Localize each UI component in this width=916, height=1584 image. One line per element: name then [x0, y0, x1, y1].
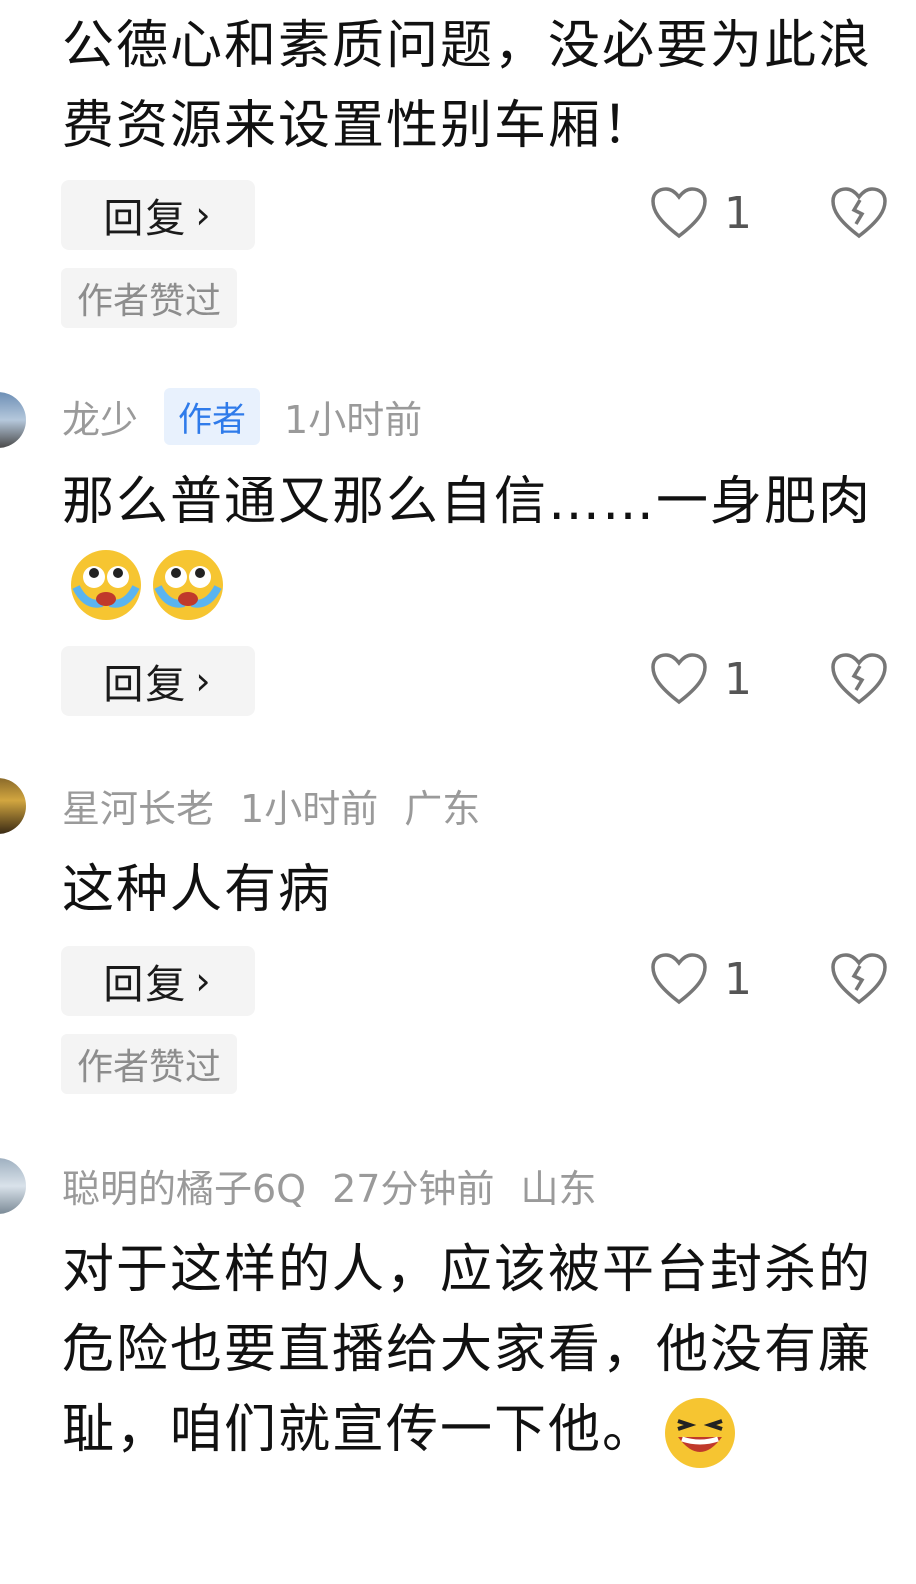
comment-text-content: 对于这样的人，应该被平台封杀的危险也要直播给大家看，他没有廉耻，咱们就宣传一下他…: [62, 1240, 873, 1460]
comment-meta: 星河长老 1小时前 广东: [62, 778, 506, 833]
reply-button[interactable]: 回复 ›: [61, 646, 255, 716]
like-button[interactable]: 1: [650, 186, 752, 240]
like-count: 1: [724, 187, 752, 239]
chevron-right-icon: ›: [195, 659, 213, 703]
broken-heart-icon: [831, 187, 887, 239]
reply-button[interactable]: 回复 ›: [61, 946, 255, 1016]
like-button[interactable]: 1: [650, 652, 752, 706]
author-badge: 作者: [164, 388, 261, 445]
broken-heart-icon: [831, 653, 887, 705]
username[interactable]: 聪明的橘子6Q: [62, 1158, 306, 1213]
location: 广东: [404, 787, 481, 831]
chevron-right-icon: ›: [195, 959, 213, 1003]
avatar[interactable]: [0, 1158, 26, 1214]
broken-heart-icon: [831, 953, 887, 1005]
comment-text: 公德心和素质问题，没必要为此浪费资源来设置性别车厢！: [62, 16, 873, 156]
comment-meta: 聪明的橘子6Q 27分钟前 山东: [62, 1158, 622, 1213]
like-button[interactable]: 1: [650, 952, 752, 1006]
reply-label: 回复: [103, 196, 188, 242]
comment-meta: 龙少 作者 1小时前: [62, 388, 448, 445]
reply-label: 回复: [103, 962, 188, 1008]
timestamp: 1小时前: [240, 787, 379, 831]
comment-text: 对于这样的人，应该被平台封杀的危险也要直播给大家看，他没有廉耻，咱们就宣传一下他…: [62, 1230, 892, 1471]
laughing-emoji: [665, 1398, 736, 1468]
location: 山东: [520, 1167, 597, 1211]
chevron-right-icon: ›: [195, 193, 213, 237]
like-count: 1: [724, 653, 752, 705]
timestamp: 1小时前: [284, 398, 423, 442]
like-count: 1: [724, 953, 752, 1005]
reply-label: 回复: [103, 662, 188, 708]
heart-outline-icon: [651, 653, 707, 705]
timestamp: 27分钟前: [332, 1167, 495, 1211]
crying-emoji: [153, 550, 223, 620]
reply-button[interactable]: 回复 ›: [61, 180, 255, 250]
avatar[interactable]: [0, 392, 26, 448]
comment-text-content: 那么普通又那么自信……一身肥肉: [62, 472, 873, 532]
dislike-button[interactable]: [830, 186, 888, 244]
author-liked-tag: 作者赞过: [61, 1034, 238, 1094]
username[interactable]: 星河长老: [62, 778, 214, 833]
avatar[interactable]: [0, 778, 26, 834]
dislike-button[interactable]: [830, 952, 888, 1010]
comment-text: 那么普通又那么自信……一身肥肉: [62, 462, 892, 623]
comment-text: 这种人有病: [62, 860, 333, 920]
heart-outline-icon: [651, 187, 707, 239]
crying-emoji: [71, 550, 141, 620]
heart-outline-icon: [651, 953, 707, 1005]
username[interactable]: 龙少: [62, 389, 138, 444]
author-liked-tag: 作者赞过: [61, 268, 238, 328]
dislike-button[interactable]: [830, 652, 888, 710]
